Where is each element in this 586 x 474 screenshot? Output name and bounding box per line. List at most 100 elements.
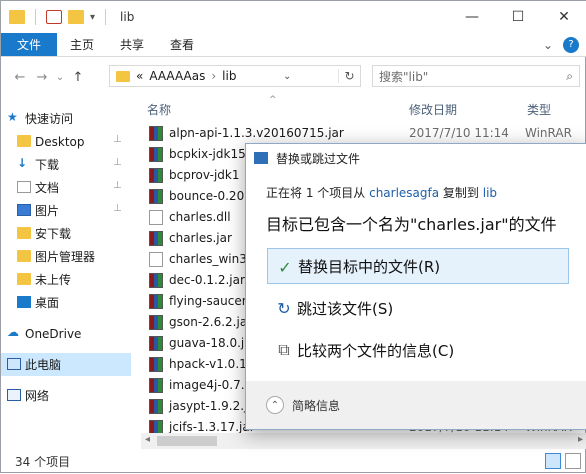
tab-view[interactable]: 查看 [157,33,207,56]
address-bar[interactable]: « AAAAAas › lib ⌄ ↻ [109,65,361,87]
nav-label: 安下载 [35,227,72,241]
tab-file[interactable]: 文件 [1,33,57,56]
document-icon [17,181,31,193]
nav-item-not-uploaded[interactable]: 未上传 [1,268,131,291]
winrar-archive-icon [149,399,163,414]
column-header-type[interactable]: 类型 [527,101,551,118]
dialog-body: 正在将 1 个项目从 charlesagfa 复制到 lib 目标已包含一个名为… [246,184,586,235]
dialog-title: 替换或跳过文件 [276,151,361,166]
scrollbar-thumb[interactable] [157,436,217,446]
conflict-message: 目标已包含一个名为"charles.jar"的文件 [266,215,557,234]
nav-item-documents[interactable]: 文档 ⊥ [1,176,131,199]
minimize-button[interactable]: — [449,1,495,33]
copy-text: 复制到 [439,186,483,200]
compare-option[interactable]: ⧉ 比较两个文件的信息(C) [267,332,569,368]
nav-item-anxiazai[interactable]: 安下载 [1,222,131,245]
file-icon [149,252,163,267]
source-folder-link[interactable]: charlesagfa [369,186,439,200]
download-arrow-icon: ↓ [17,156,28,170]
winrar-archive-icon [149,126,163,141]
file-name: charles.jar [169,231,232,245]
properties-icon[interactable] [46,10,62,24]
skip-arrow-icon: ↻ [277,298,291,318]
breadcrumb-item[interactable]: AAAAAas [149,69,205,83]
address-dropdown-icon[interactable]: ⌄ [283,71,291,82]
file-name: charles_win3 [169,252,247,266]
file-date: 2017/7/10 11:14 [409,126,509,140]
column-header-date[interactable]: 修改日期 [409,101,457,118]
checkmark-icon: ✓ [278,257,292,277]
copy-icon [254,152,268,164]
recent-locations-button[interactable]: ⌄ [53,72,67,83]
column-header-name[interactable]: 名称 [147,101,171,118]
customize-toolbar-icon[interactable]: ▾ [90,12,95,23]
tab-share[interactable]: 共享 [107,33,157,56]
large-icons-view-button[interactable] [565,453,581,469]
expand-ribbon-icon[interactable]: ⌄ [543,38,553,52]
nav-label: 此电脑 [25,358,62,372]
nav-item-desktop-zh[interactable]: 桌面 [1,291,131,314]
replace-option[interactable]: ✓ 替换目标中的文件(R) [267,248,569,284]
winrar-archive-icon [149,378,163,393]
winrar-archive-icon [149,231,163,246]
desktop-folder-icon [17,135,31,147]
ribbon-tabs: 文件 主页 共享 查看 ⌄ ? [1,33,586,57]
option-label: 跳过该文件(S) [297,299,394,318]
file-icon [149,210,163,225]
breadcrumb-item[interactable]: lib [222,69,236,83]
quick-access-toolbar: ▾ [1,9,110,25]
folder-icon [9,10,25,24]
nav-item-desktop[interactable]: Desktop ⊥ [1,130,131,153]
explorer-window: ▾ lib — ☐ ✕ 文件 主页 共享 查看 ⌄ ? ← → ⌄ ↑ « AA… [0,0,586,473]
file-row[interactable]: alpn-api-1.1.3.v20160715.jar 2017/7/10 11… [141,123,586,144]
scroll-right-icon[interactable]: ▸ [578,434,583,445]
search-placeholder: 搜索"lib" [379,69,429,84]
nav-onedrive[interactable]: ☁ OneDrive [1,322,131,345]
horizontal-scrollbar[interactable]: ◂ ▸ [141,433,586,449]
file-name: alpn-api-1.1.3.v20160715.jar [169,126,344,140]
refresh-button[interactable]: ↻ [338,69,360,83]
address-row: ← → ⌄ ↑ « AAAAAas › lib ⌄ ↻ 搜索"lib" ⌕ [1,63,586,91]
winrar-archive-icon [149,357,163,372]
file-name: jcifs-1.3.17.jar [169,420,255,434]
collapse-chevron-icon[interactable]: ⌃ [266,396,284,414]
nav-quick-access[interactable]: ★ 快速访问 [1,107,131,130]
breadcrumb-overflow[interactable]: « [136,69,143,83]
back-button[interactable]: ← [9,70,31,85]
file-type: WinRAR [525,126,572,140]
nav-item-picture-manager[interactable]: 图片管理器 [1,245,131,268]
view-toggle [545,453,581,469]
destination-folder-link[interactable]: lib [483,186,497,200]
close-button[interactable]: ✕ [541,1,586,33]
fewer-details-link[interactable]: 简略信息 [292,397,340,414]
file-name: bcprov-jdk1 [169,168,240,182]
file-name: image4j-0.7. [169,378,245,392]
winrar-archive-icon [149,273,163,288]
file-name: flying-saucer [169,294,247,308]
status-bar: 34 个项目 [1,449,586,474]
nav-network[interactable]: 网络 [1,384,131,407]
skip-option[interactable]: ↻ 跳过该文件(S) [267,290,569,326]
scroll-left-icon[interactable]: ◂ [145,434,150,445]
search-input[interactable]: 搜索"lib" ⌕ [372,65,580,87]
new-folder-icon[interactable] [68,10,84,24]
divider [105,9,107,25]
up-button[interactable]: ↑ [67,70,89,85]
nav-this-pc[interactable]: 此电脑 [1,353,131,376]
breadcrumb-separator[interactable]: › [211,69,216,83]
winrar-archive-icon [149,294,163,309]
nav-item-downloads[interactable]: ↓ 下载 ⊥ [1,153,131,176]
caption-buttons: — ☐ ✕ [449,1,586,33]
title-bar: ▾ lib — ☐ ✕ [1,1,586,33]
details-view-button[interactable] [545,453,561,469]
nav-item-pictures[interactable]: 图片 ⊥ [1,199,131,222]
dialog-title-bar: 替换或跳过文件 [246,144,586,172]
tab-home[interactable]: 主页 [57,33,107,56]
forward-button[interactable]: → [31,70,53,85]
search-icon[interactable]: ⌕ [566,69,573,84]
copy-text: 正在将 1 个项目从 [266,186,370,200]
help-icon[interactable]: ? [563,36,579,53]
replace-or-skip-dialog: 替换或跳过文件 正在将 1 个项目从 charlesagfa 复制到 lib 目… [245,143,586,430]
folder-icon [17,250,31,262]
maximize-button[interactable]: ☐ [495,1,541,33]
